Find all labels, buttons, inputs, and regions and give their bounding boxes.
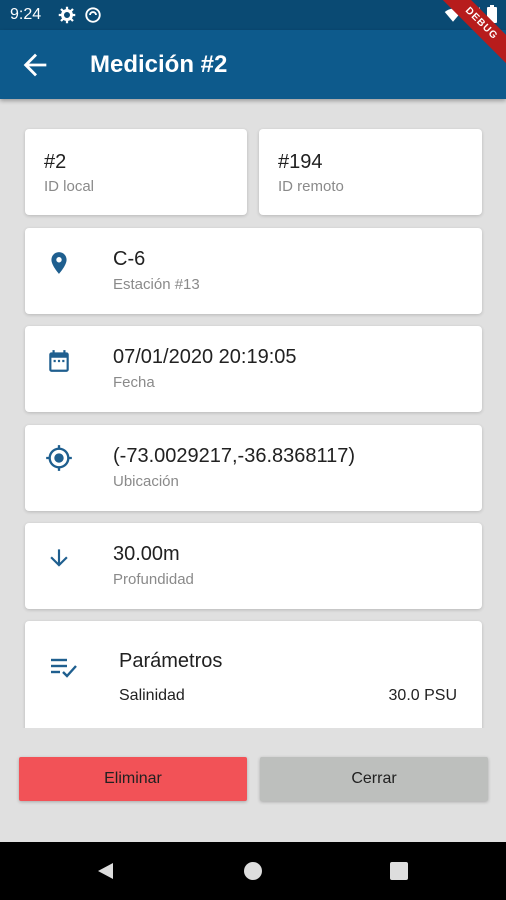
nav-back-icon[interactable] [95, 861, 115, 886]
local-id-value: #2 [44, 151, 67, 173]
status-time: 9:24 [10, 6, 42, 23]
depth-card: 30.00m Profundidad [25, 523, 482, 609]
calendar-icon [46, 347, 72, 380]
list-check-icon [50, 656, 78, 685]
station-code: C-6 [113, 248, 146, 270]
settings-icon [58, 6, 76, 29]
navigation-bar [0, 842, 506, 900]
location-card: (-73.0029217,-36.8368117) Ubicación [25, 425, 482, 511]
delete-button[interactable]: Eliminar [19, 757, 247, 801]
arrow-down-icon [46, 545, 72, 576]
parameter-name: Salinidad [119, 687, 185, 704]
depth-label: Profundidad [113, 571, 194, 588]
location-pin-icon [46, 249, 72, 282]
nav-home-icon[interactable] [243, 861, 263, 886]
remote-id-card: #194 ID remoto [259, 129, 482, 215]
parameters-card: Parámetros Salinidad 30.0 PSU [25, 621, 482, 728]
local-id-card: #2 ID local [25, 129, 247, 215]
station-card: C-6 Estación #13 [25, 228, 482, 314]
close-button[interactable]: Cerrar [260, 757, 488, 801]
local-id-label: ID local [44, 178, 95, 195]
sync-icon [84, 6, 102, 29]
location-label: Ubicación [113, 473, 179, 490]
date-value: 07/01/2020 20:19:05 [113, 346, 297, 368]
debug-banner: DEBUG [426, 0, 506, 80]
parameters-title: Parámetros [119, 650, 223, 672]
station-label: Estación #13 [113, 276, 200, 293]
parameters-clip: Parámetros Salinidad 30.0 PSU [20, 618, 488, 728]
page-title: Medición #2 [90, 51, 228, 78]
date-card: 07/01/2020 20:19:05 Fecha [25, 326, 482, 412]
gps-target-icon [45, 444, 73, 477]
depth-value: 30.00m [113, 543, 180, 565]
date-label: Fecha [113, 374, 155, 391]
debug-label: DEBUG [435, 0, 506, 70]
remote-id-label: ID remoto [278, 178, 344, 195]
back-button[interactable] [18, 48, 52, 82]
arrow-back-icon [23, 53, 47, 77]
nav-recents-icon[interactable] [390, 862, 408, 885]
parameter-value: 30.0 PSU [388, 687, 457, 704]
location-coordinates: (-73.0029217,-36.8368117) [113, 445, 356, 467]
remote-id-value: #194 [278, 151, 323, 173]
